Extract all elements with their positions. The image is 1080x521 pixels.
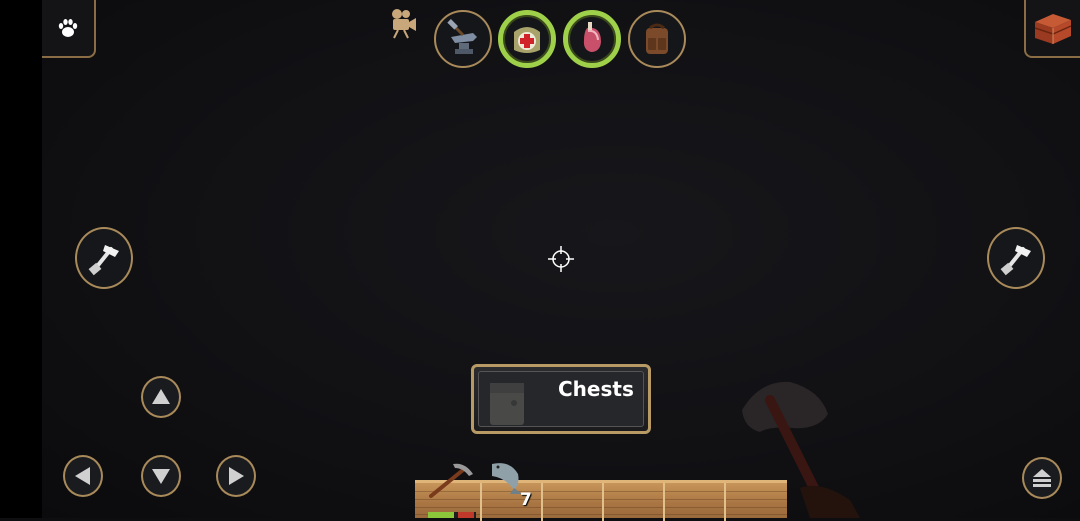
item-pickup-panel: Chests (471, 364, 651, 434)
inventory-button[interactable] (628, 10, 686, 68)
left-tool-button[interactable] (75, 227, 133, 289)
pickaxe-icon (429, 463, 473, 498)
paw-icon (58, 19, 78, 37)
food-button[interactable] (563, 10, 621, 68)
hammer-icon (1000, 245, 1031, 276)
move-down-button[interactable] (141, 455, 181, 497)
move-up-button[interactable] (141, 376, 181, 418)
camera-view-button[interactable] (385, 6, 419, 40)
pets-button[interactable] (42, 0, 96, 58)
move-left-button[interactable] (63, 455, 103, 497)
pickup-label: Chests (558, 377, 634, 401)
hotbar-slot[interactable] (665, 483, 726, 521)
crafting-button[interactable] (434, 10, 492, 68)
hotbar-slot[interactable] (543, 483, 604, 521)
food-ham-icon (583, 22, 601, 52)
item-durability-bar (428, 512, 476, 518)
menu-button[interactable] (1022, 457, 1062, 499)
crosshair (547, 245, 575, 273)
medical-button[interactable] (498, 10, 556, 68)
hotbar-slot[interactable] (726, 483, 787, 521)
right-tool-button[interactable] (987, 227, 1045, 289)
hotbar-slot[interactable] (604, 483, 665, 521)
arrow-down-icon (152, 469, 170, 484)
arrow-right-icon (229, 467, 244, 485)
crosshair-icon (548, 246, 574, 272)
hammer-icon (88, 245, 119, 276)
medkit-icon (514, 27, 540, 53)
arrow-left-icon (75, 467, 90, 485)
hotbar-item-count: 7 (520, 490, 532, 510)
storage-chest-button[interactable] (1024, 0, 1080, 58)
arrow-up-icon (152, 389, 170, 404)
chest-item-icon (490, 383, 524, 425)
backpack-icon (646, 23, 668, 54)
chest-icon (1034, 14, 1072, 44)
move-right-button[interactable] (216, 455, 256, 497)
eject-menu-icon (1033, 469, 1051, 487)
crafting-anvil-icon (447, 19, 477, 54)
movie-camera-icon (392, 9, 416, 39)
left-black-bar (0, 0, 42, 518)
